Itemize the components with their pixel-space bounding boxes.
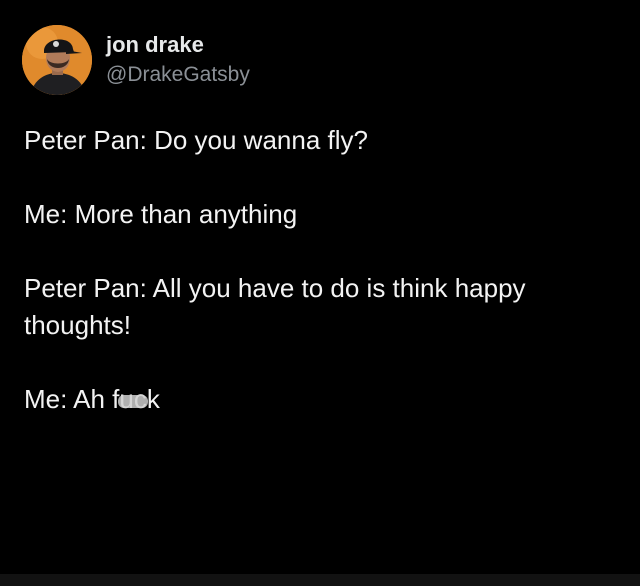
censored-line: Me: Ah fuck bbox=[24, 381, 160, 418]
post-paragraph: Me: More than anything bbox=[24, 199, 298, 229]
author-display-name[interactable]: jon drake bbox=[106, 31, 250, 59]
post-text: Peter Pan: Do you wanna fly? Me: More th… bbox=[24, 122, 624, 418]
profile-avatar[interactable] bbox=[22, 25, 92, 95]
bottom-strip bbox=[0, 574, 640, 586]
post-paragraph: Peter Pan: Do you wanna fly? bbox=[24, 125, 368, 155]
avatar-icon bbox=[22, 25, 92, 95]
post-card: jon drake @DrakeGatsby Peter Pan: Do you… bbox=[0, 0, 640, 574]
post-paragraph-censored: Me: Ah fuck bbox=[24, 381, 624, 418]
censor-overlay bbox=[118, 395, 148, 408]
post-header: jon drake @DrakeGatsby bbox=[22, 25, 250, 95]
post-paragraph: Peter Pan: All you have to do is think h… bbox=[24, 273, 526, 340]
author-handle[interactable]: @DrakeGatsby bbox=[106, 61, 250, 89]
author-names: jon drake @DrakeGatsby bbox=[106, 31, 250, 89]
